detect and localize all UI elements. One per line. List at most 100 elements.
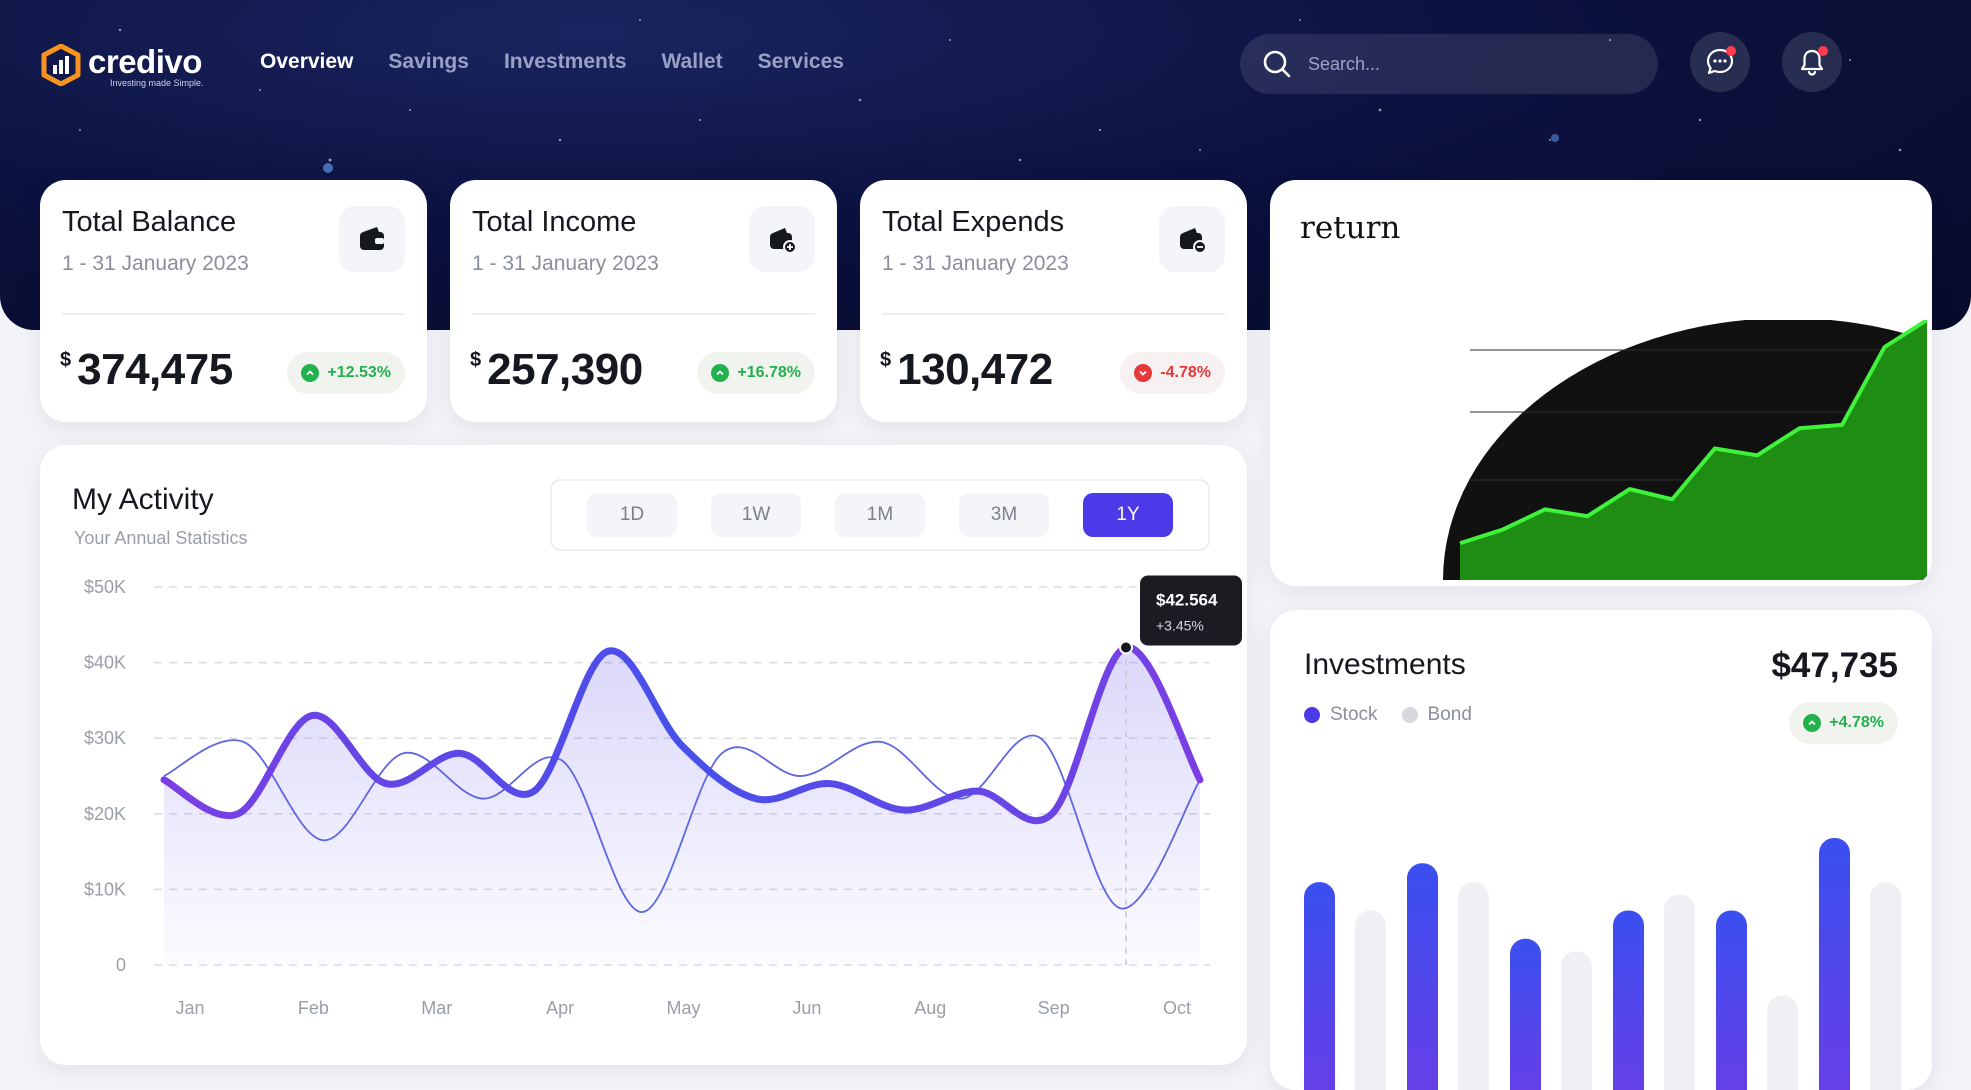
x-tick-label: Feb bbox=[298, 998, 329, 1018]
logo-mark-icon bbox=[40, 44, 82, 86]
activity-area-fill bbox=[164, 647, 1200, 965]
search-bar bbox=[1240, 34, 1658, 94]
tooltip-change: +3.45% bbox=[1156, 617, 1204, 633]
range-1y-button[interactable]: 1Y bbox=[1083, 493, 1173, 537]
y-tick-label: 0 bbox=[116, 955, 126, 975]
arrow-up-icon bbox=[301, 364, 319, 382]
arrow-up-icon bbox=[711, 364, 729, 382]
x-tick-label: Aug bbox=[914, 998, 946, 1018]
x-tick-label: Mar bbox=[421, 998, 452, 1018]
y-tick-label: $10K bbox=[84, 879, 126, 899]
currency-symbol: $ bbox=[880, 349, 891, 372]
stock-bar bbox=[1304, 882, 1335, 1090]
stock-bar bbox=[1510, 939, 1541, 1090]
stock-bar bbox=[1819, 838, 1850, 1090]
change-badge: -4.78% bbox=[1120, 352, 1225, 394]
divider bbox=[882, 313, 1225, 315]
currency-symbol: $ bbox=[470, 349, 481, 372]
divider bbox=[472, 313, 815, 315]
range-1w-button[interactable]: 1W bbox=[711, 493, 801, 537]
range-3m-button[interactable]: 3M bbox=[959, 493, 1049, 537]
activity-title: My Activity bbox=[72, 483, 214, 517]
messages-button[interactable] bbox=[1690, 32, 1750, 92]
notifications-button[interactable] bbox=[1782, 32, 1842, 92]
total-balance-card[interactable]: Total Balance 1 - 31 January 2023 $ 374,… bbox=[40, 180, 427, 422]
stat-amount: $ 374,475 bbox=[60, 345, 233, 395]
bond-bar bbox=[1355, 910, 1386, 1090]
activity-card: $50K$40K$30K$20K$10K0JanFebMarAprMayJunA… bbox=[40, 445, 1247, 1065]
legend-bond[interactable]: Bond bbox=[1402, 704, 1472, 726]
wallet-in-icon bbox=[766, 223, 798, 255]
range-1m-button[interactable]: 1M bbox=[835, 493, 925, 537]
legend-swatch bbox=[1402, 707, 1418, 723]
return-card: return bbox=[1270, 180, 1932, 586]
x-tick-label: Sep bbox=[1038, 998, 1070, 1018]
bond-bar bbox=[1767, 996, 1798, 1090]
change-value: -4.78% bbox=[1160, 364, 1211, 382]
nav-services[interactable]: Services bbox=[758, 50, 844, 74]
time-range-selector: 1D 1W 1M 3M 1Y bbox=[550, 479, 1210, 551]
return-bottom-mask bbox=[1270, 580, 1932, 586]
x-tick-label: Apr bbox=[546, 998, 574, 1018]
wallet-out-icon-box bbox=[1159, 206, 1225, 272]
amount-value: 130,472 bbox=[897, 345, 1053, 395]
nav-investments[interactable]: Investments bbox=[504, 50, 627, 74]
y-tick-label: $50K bbox=[84, 577, 126, 597]
legend-label: Stock bbox=[1330, 704, 1378, 726]
main-nav: Overview Savings Investments Wallet Serv… bbox=[260, 50, 844, 74]
stat-title: Total Income bbox=[472, 206, 636, 239]
search-input[interactable] bbox=[1308, 54, 1608, 75]
change-badge: +12.53% bbox=[287, 352, 405, 394]
brand-tagline: Investing made Simple. bbox=[110, 78, 204, 88]
y-tick-label: $20K bbox=[84, 804, 126, 824]
x-tick-label: Oct bbox=[1163, 998, 1191, 1018]
x-tick-label: May bbox=[666, 998, 700, 1018]
stat-period: 1 - 31 January 2023 bbox=[62, 252, 249, 276]
arrow-down-icon bbox=[1134, 364, 1152, 382]
chart-legend: Stock Bond bbox=[1304, 704, 1472, 726]
currency-symbol: $ bbox=[60, 349, 71, 372]
nav-overview[interactable]: Overview bbox=[260, 50, 353, 74]
arrow-up-icon bbox=[1803, 714, 1821, 732]
brand-logo[interactable]: credivo Investing made Simple. bbox=[40, 44, 204, 88]
y-tick-label: $40K bbox=[84, 653, 126, 673]
return-chart bbox=[1270, 180, 1932, 586]
brand-name: credivo bbox=[88, 44, 204, 80]
notification-unread-dot bbox=[1818, 46, 1828, 56]
x-tick-label: Jan bbox=[175, 998, 204, 1018]
investments-title: Investments bbox=[1304, 648, 1466, 682]
change-badge: +16.78% bbox=[697, 352, 815, 394]
activity-subtitle: Your Annual Statistics bbox=[74, 528, 247, 549]
total-income-card[interactable]: Total Income 1 - 31 January 2023 $ 257,3… bbox=[450, 180, 837, 422]
stat-title: Total Balance bbox=[62, 206, 236, 239]
stat-title: Total Expends bbox=[882, 206, 1064, 239]
stat-amount: $ 130,472 bbox=[880, 345, 1053, 395]
stat-period: 1 - 31 January 2023 bbox=[882, 252, 1069, 276]
stat-amount: $ 257,390 bbox=[470, 345, 643, 395]
wallet-out-icon bbox=[1176, 223, 1208, 255]
tooltip-value: $42.564 bbox=[1156, 590, 1218, 609]
total-expends-card[interactable]: Total Expends 1 - 31 January 2023 $ 130,… bbox=[860, 180, 1247, 422]
stock-bar bbox=[1613, 910, 1644, 1090]
tooltip-point bbox=[1120, 641, 1132, 653]
legend-label: Bond bbox=[1428, 704, 1472, 726]
bond-bar bbox=[1561, 951, 1592, 1090]
change-value: +16.78% bbox=[737, 364, 801, 382]
search-icon bbox=[1262, 49, 1292, 79]
wallet-in-icon-box bbox=[749, 206, 815, 272]
bond-bar bbox=[1870, 882, 1901, 1090]
amount-value: 374,475 bbox=[77, 345, 233, 395]
bond-bar bbox=[1458, 882, 1489, 1090]
change-value: +12.53% bbox=[327, 364, 391, 382]
x-tick-label: Jun bbox=[792, 998, 821, 1018]
range-1d-button[interactable]: 1D bbox=[587, 493, 677, 537]
legend-stock[interactable]: Stock bbox=[1304, 704, 1378, 726]
legend-swatch bbox=[1304, 707, 1320, 723]
nav-wallet[interactable]: Wallet bbox=[662, 50, 723, 74]
investments-card: Investments $47,735 Stock Bond +4.78% bbox=[1270, 610, 1932, 1090]
tooltip-box bbox=[1140, 575, 1242, 645]
amount-value: 257,390 bbox=[487, 345, 643, 395]
investments-total: $47,735 bbox=[1771, 646, 1898, 686]
nav-savings[interactable]: Savings bbox=[388, 50, 469, 74]
stock-bar bbox=[1716, 910, 1747, 1090]
